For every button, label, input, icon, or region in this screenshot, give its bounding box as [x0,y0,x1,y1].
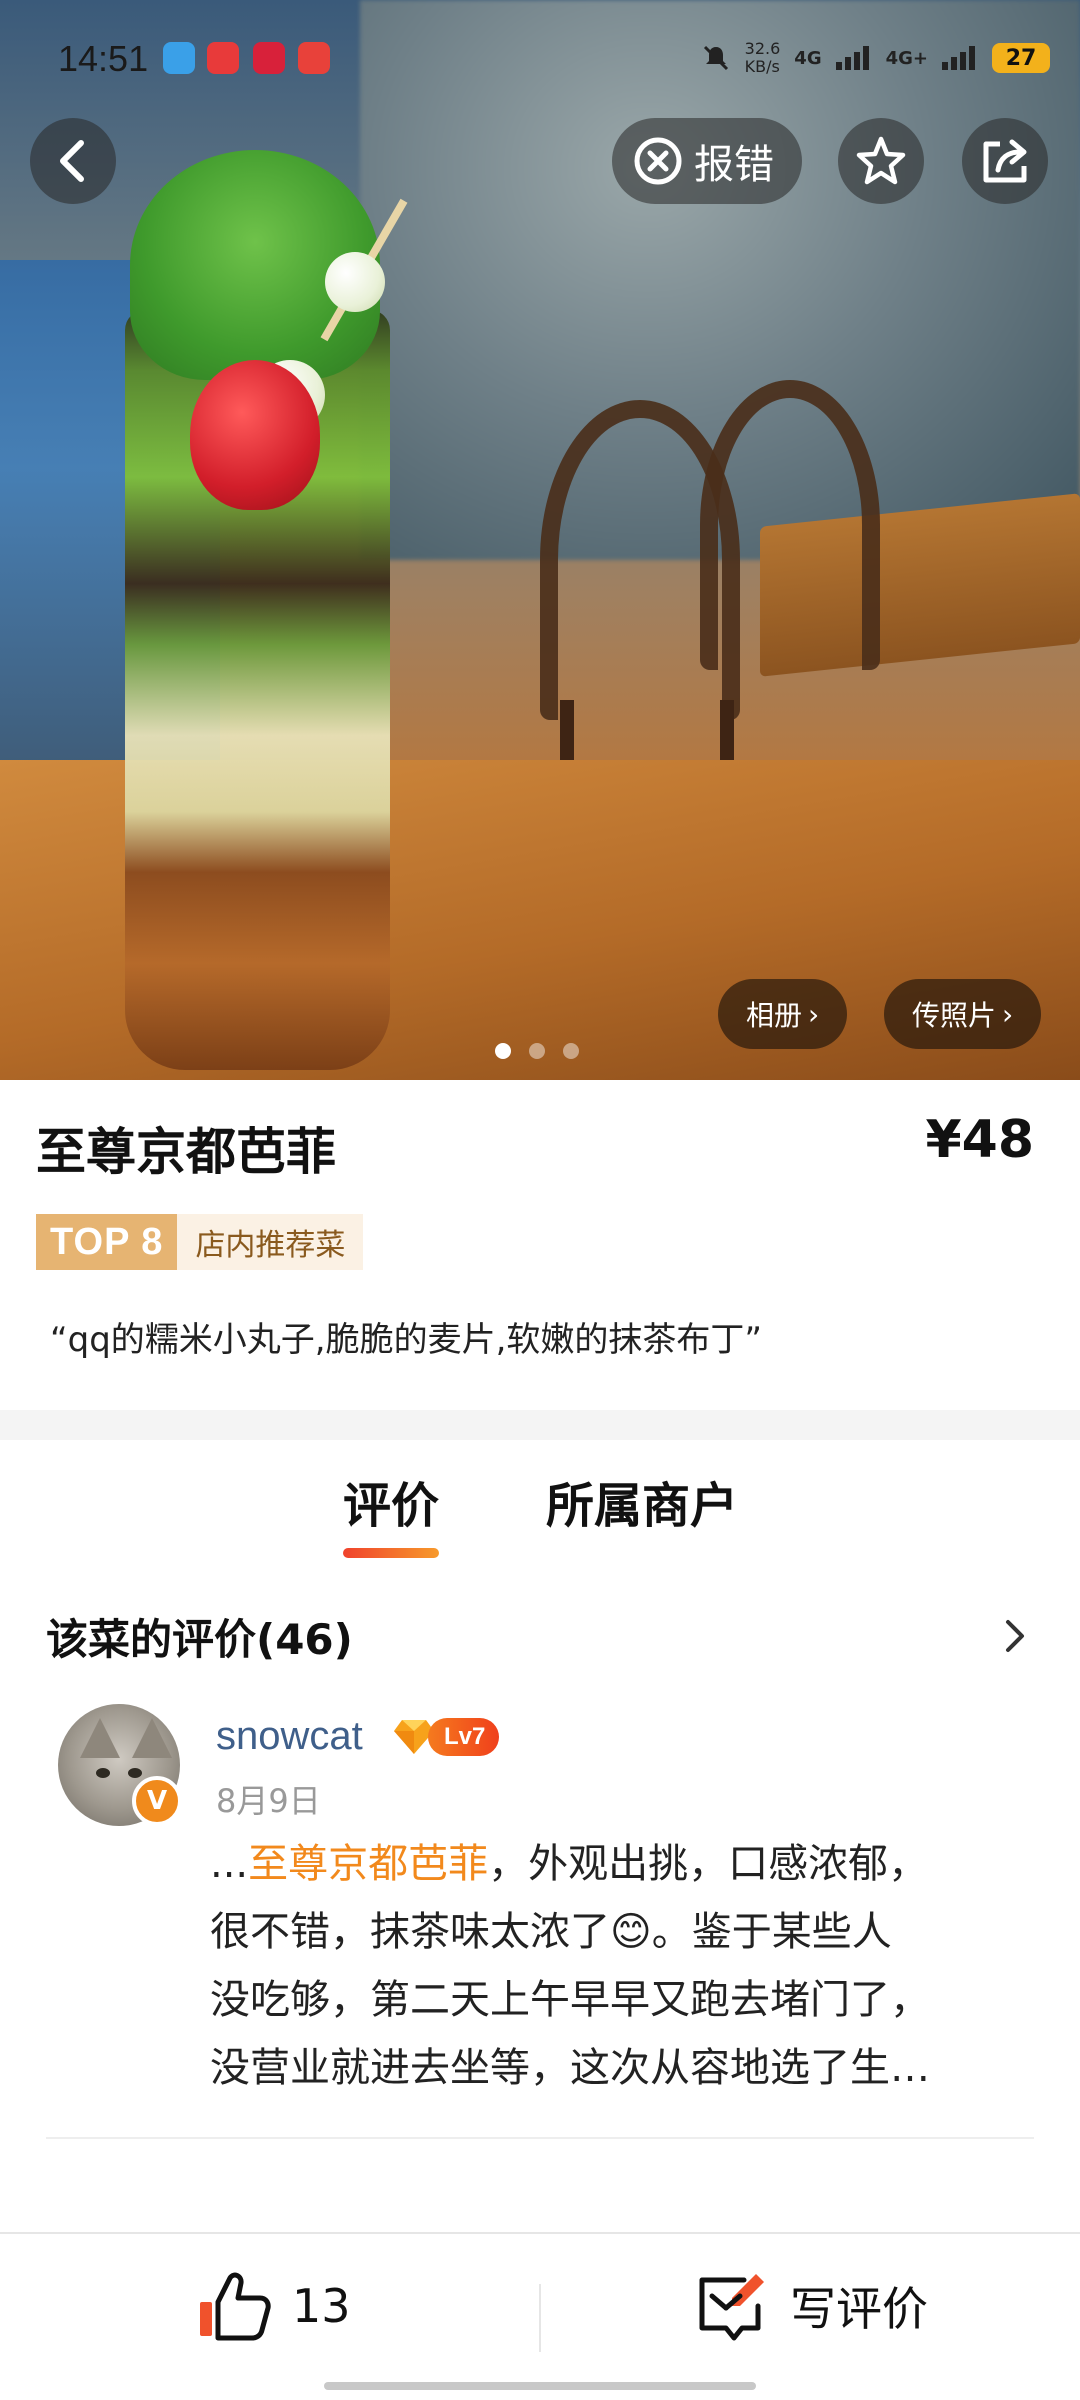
star-icon [856,136,906,185]
chevron-right-icon: › [1002,997,1014,1031]
user-level-label: Lv7 [428,1718,500,1756]
home-indicator[interactable] [324,2382,756,2390]
signal-2-label: 4G+ [885,47,928,69]
tab-merchant[interactable]: 所属商户 [546,1466,738,1536]
status-time: 14:51 [58,38,149,79]
recommend-label: 店内推荐菜 [177,1214,364,1270]
mochi-ball [325,252,385,312]
back-icon [60,140,84,182]
status-bar: 14:51 32.6 KB/s 4G 4G+ 27 [0,0,1080,120]
avatar-cat-ear [80,1718,120,1758]
section-divider [0,1410,1080,1440]
avatar-cat-ear [132,1718,172,1758]
network-speed-value: 32.6 [744,39,781,58]
review-line: ...至尊京都芭菲，外观出挑，口感浓郁， [210,1830,1040,1898]
chevron-right-icon[interactable] [1000,1614,1030,1658]
write-review-icon [699,2274,764,2341]
tab-reviews[interactable]: 评价 [343,1466,440,1558]
bottom-bar-separator [539,2284,541,2352]
notification-app-icon [207,42,239,74]
like-button[interactable]: 13 [196,2270,351,2342]
tab-bar: 评价 所属商户 [0,1466,1080,1558]
rank-label: TOP 8 [36,1214,178,1270]
share-icon [983,139,1027,183]
review-username[interactable]: snowcat [216,1714,363,1759]
review-line: 没吃够，第二天上午早早又跑去堵门了， [210,1977,930,2023]
report-icon [634,137,682,185]
strawberry [190,360,320,510]
carousel-indicator [495,1043,579,1059]
dish-photo[interactable]: 14:51 32.6 KB/s 4G 4G+ 27 报错 相册 › 传照片 › [0,0,1080,1080]
upload-photo-label: 传照片 [912,999,997,1032]
carousel-dot [563,1043,579,1059]
avatar-cat-eye [128,1768,142,1778]
signal-bars-icon [942,46,975,70]
review-date: 8月9日 [216,1782,321,1820]
write-review-label: 写评价 [790,2282,928,2336]
avatar-cat-eye [96,1768,110,1778]
notification-app-icon [163,42,195,74]
network-speed-unit: KB/s [744,57,780,76]
report-error-label: 报错 [694,142,774,188]
recommend-badge: TOP 8 店内推荐菜 [36,1214,364,1270]
notification-app-icon [298,42,330,74]
verified-badge: V [132,1776,182,1826]
thumbs-up-icon [200,2272,271,2341]
dish-quote: “qq的糯米小丸子,脆脆的麦片,软嫩的抹茶布丁” [50,1320,763,1360]
upload-photo-button[interactable]: 传照片 › [884,979,1042,1049]
review-divider [46,2137,1034,2139]
album-label: 相册 [746,999,803,1032]
network-speed: 32.6 KB/s [745,40,781,76]
review-text-1: ，外观出挑，口感浓郁， [488,1841,929,1887]
battery-indicator: 27 [992,43,1050,73]
review-dish-highlight: 至尊京都芭菲 [248,1841,489,1887]
review-text-3: 。鉴于某些人 [651,1909,892,1955]
reviews-header[interactable]: 该菜的评价(46) [46,1606,353,1667]
notification-app-icon [253,42,285,74]
dish-price: ¥48 [925,1110,1034,1170]
album-button[interactable]: 相册 › [718,979,848,1049]
carousel-dot [495,1043,511,1059]
signal-1-label: 4G [794,47,822,69]
status-indicators: 32.6 KB/s 4G 4G+ 27 [701,40,1050,76]
review-text-2: 很不错，抹茶味太浓了 [210,1909,610,1955]
review-line: 很不错，抹茶味太浓了😊。鉴于某些人 [210,1898,1040,1966]
review-prefix: ... [210,1841,249,1887]
like-count: 13 [292,2279,351,2333]
review-body[interactable]: ...至尊京都芭菲，外观出挑，口感浓郁， 很不错，抹茶味太浓了😊。鉴于某些人 没… [210,1830,1040,2102]
carousel-dot [529,1043,545,1059]
back-button[interactable] [30,118,116,204]
review-line: 没营业就进去坐等，这次从容地选了生… [210,2045,930,2091]
mute-icon [703,45,728,71]
write-review-button[interactable]: 写评价 [696,2270,928,2342]
photo-chair [700,380,880,670]
dish-name: 至尊京都芭菲 [36,1123,336,1181]
share-button[interactable] [962,118,1048,204]
signal-bars-icon [835,46,869,70]
report-error-button[interactable]: 报错 [612,118,802,204]
bottom-action-bar: 13 写评价 [0,2232,1080,2400]
user-level-badge: Lv7 [394,1718,500,1756]
chevron-right-icon: › [808,997,820,1031]
smile-emoji-icon: 😊 [610,1909,652,1955]
favorite-button[interactable] [838,118,924,204]
